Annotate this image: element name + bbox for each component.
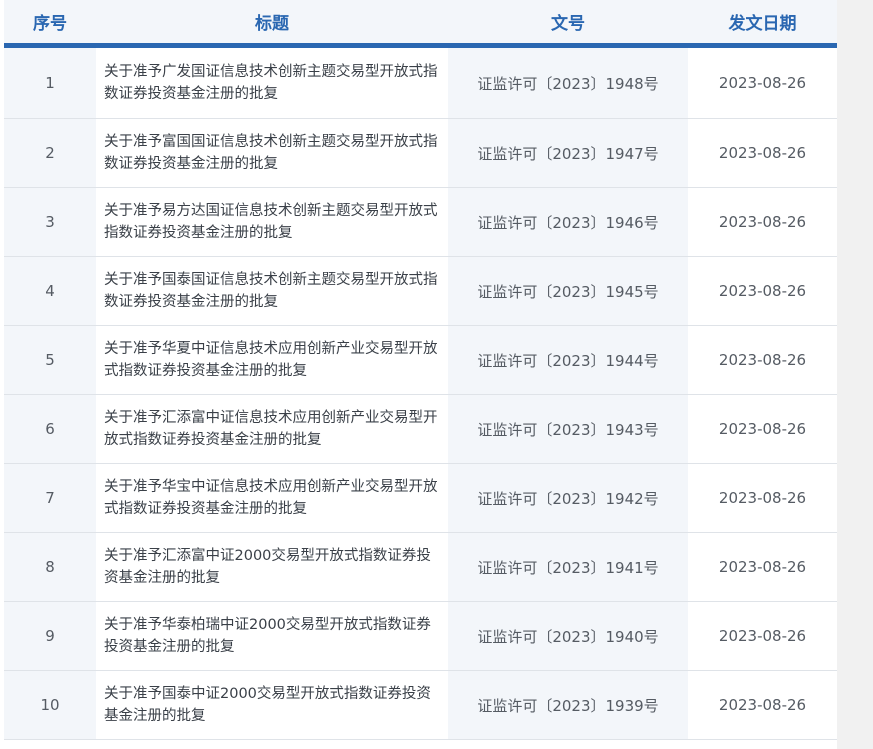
row-doc-no: 证监许可〔2023〕1945号: [448, 257, 688, 325]
row-doc-no: 证监许可〔2023〕1944号: [448, 326, 688, 394]
table-row: 1 关于准予广发国证信息技术创新主题交易型开放式指数证券投资基金注册的批复 证监…: [4, 48, 837, 119]
document-table: 序号 标题 文号 发文日期 1 关于准予广发国证信息技术创新主题交易型开放式指数…: [4, 0, 837, 740]
row-title-link[interactable]: 关于准予富国国证信息技术创新主题交易型开放式指数证券投资基金注册的批复: [96, 119, 448, 187]
row-title-link[interactable]: 关于准予汇添富中证信息技术应用创新产业交易型开放式指数证券投资基金注册的批复: [96, 395, 448, 463]
row-date: 2023-08-26: [718, 213, 807, 231]
row-date: 2023-08-26: [718, 627, 807, 645]
row-doc-no: 证监许可〔2023〕1946号: [448, 188, 688, 256]
table-row: 7 关于准予华宝中证信息技术应用创新产业交易型开放式指数证券投资基金注册的批复 …: [4, 464, 837, 533]
row-index: 10: [4, 671, 96, 739]
row-doc-no: 证监许可〔2023〕1940号: [448, 602, 688, 670]
table-row: 2 关于准予富国国证信息技术创新主题交易型开放式指数证券投资基金注册的批复 证监…: [4, 119, 837, 188]
row-index: 1: [4, 48, 96, 118]
row-title-link[interactable]: 关于准予国泰国证信息技术创新主题交易型开放式指数证券投资基金注册的批复: [96, 257, 448, 325]
row-title-link[interactable]: 关于准予华宝中证信息技术应用创新产业交易型开放式指数证券投资基金注册的批复: [96, 464, 448, 532]
row-doc-no: 证监许可〔2023〕1947号: [448, 119, 688, 187]
table-row: 6 关于准予汇添富中证信息技术应用创新产业交易型开放式指数证券投资基金注册的批复…: [4, 395, 837, 464]
row-index: 7: [4, 464, 96, 532]
row-index: 2: [4, 119, 96, 187]
row-title-link[interactable]: 关于准予华泰柏瑞中证2000交易型开放式指数证券投资基金注册的批复: [96, 602, 448, 670]
row-index: 6: [4, 395, 96, 463]
row-index: 4: [4, 257, 96, 325]
row-index: 9: [4, 602, 96, 670]
row-title-link[interactable]: 关于准予华夏中证信息技术应用创新产业交易型开放式指数证券投资基金注册的批复: [96, 326, 448, 394]
header-title: 标题: [255, 14, 289, 34]
row-index: 5: [4, 326, 96, 394]
table-row: 8 关于准予汇添富中证2000交易型开放式指数证券投资基金注册的批复 证监许可〔…: [4, 533, 837, 602]
row-date: 2023-08-26: [718, 351, 807, 369]
scrollbar-track[interactable]: [837, 0, 873, 749]
header-index: 序号: [33, 14, 67, 34]
row-date: 2023-08-26: [718, 489, 807, 507]
table-row: 4 关于准予国泰国证信息技术创新主题交易型开放式指数证券投资基金注册的批复 证监…: [4, 257, 837, 326]
row-doc-no: 证监许可〔2023〕1943号: [448, 395, 688, 463]
table-row: 5 关于准予华夏中证信息技术应用创新产业交易型开放式指数证券投资基金注册的批复 …: [4, 326, 837, 395]
header-date: 发文日期: [728, 14, 797, 34]
row-title-link[interactable]: 关于准予国泰中证2000交易型开放式指数证券投资基金注册的批复: [96, 671, 448, 739]
table-row: 3 关于准予易方达国证信息技术创新主题交易型开放式指数证券投资基金注册的批复 证…: [4, 188, 837, 257]
row-doc-no: 证监许可〔2023〕1941号: [448, 533, 688, 601]
row-title-link[interactable]: 关于准予易方达国证信息技术创新主题交易型开放式指数证券投资基金注册的批复: [96, 188, 448, 256]
table-row: 9 关于准予华泰柏瑞中证2000交易型开放式指数证券投资基金注册的批复 证监许可…: [4, 602, 837, 671]
header-doc-no: 文号: [551, 14, 585, 34]
row-index: 3: [4, 188, 96, 256]
row-date: 2023-08-26: [718, 144, 807, 162]
row-index: 8: [4, 533, 96, 601]
row-date: 2023-08-26: [718, 696, 807, 714]
row-title-link[interactable]: 关于准予汇添富中证2000交易型开放式指数证券投资基金注册的批复: [96, 533, 448, 601]
row-date: 2023-08-26: [718, 74, 807, 92]
row-date: 2023-08-26: [718, 420, 807, 438]
row-doc-no: 证监许可〔2023〕1948号: [448, 48, 688, 118]
row-date: 2023-08-26: [718, 282, 807, 300]
table-body: 1 关于准予广发国证信息技术创新主题交易型开放式指数证券投资基金注册的批复 证监…: [4, 48, 837, 740]
row-date: 2023-08-26: [718, 558, 807, 576]
row-doc-no: 证监许可〔2023〕1942号: [448, 464, 688, 532]
row-title-link[interactable]: 关于准予广发国证信息技术创新主题交易型开放式指数证券投资基金注册的批复: [96, 48, 448, 118]
row-doc-no: 证监许可〔2023〕1939号: [448, 671, 688, 739]
table-row: 10 关于准予国泰中证2000交易型开放式指数证券投资基金注册的批复 证监许可〔…: [4, 671, 837, 740]
table-header: 序号 标题 文号 发文日期: [4, 0, 837, 48]
